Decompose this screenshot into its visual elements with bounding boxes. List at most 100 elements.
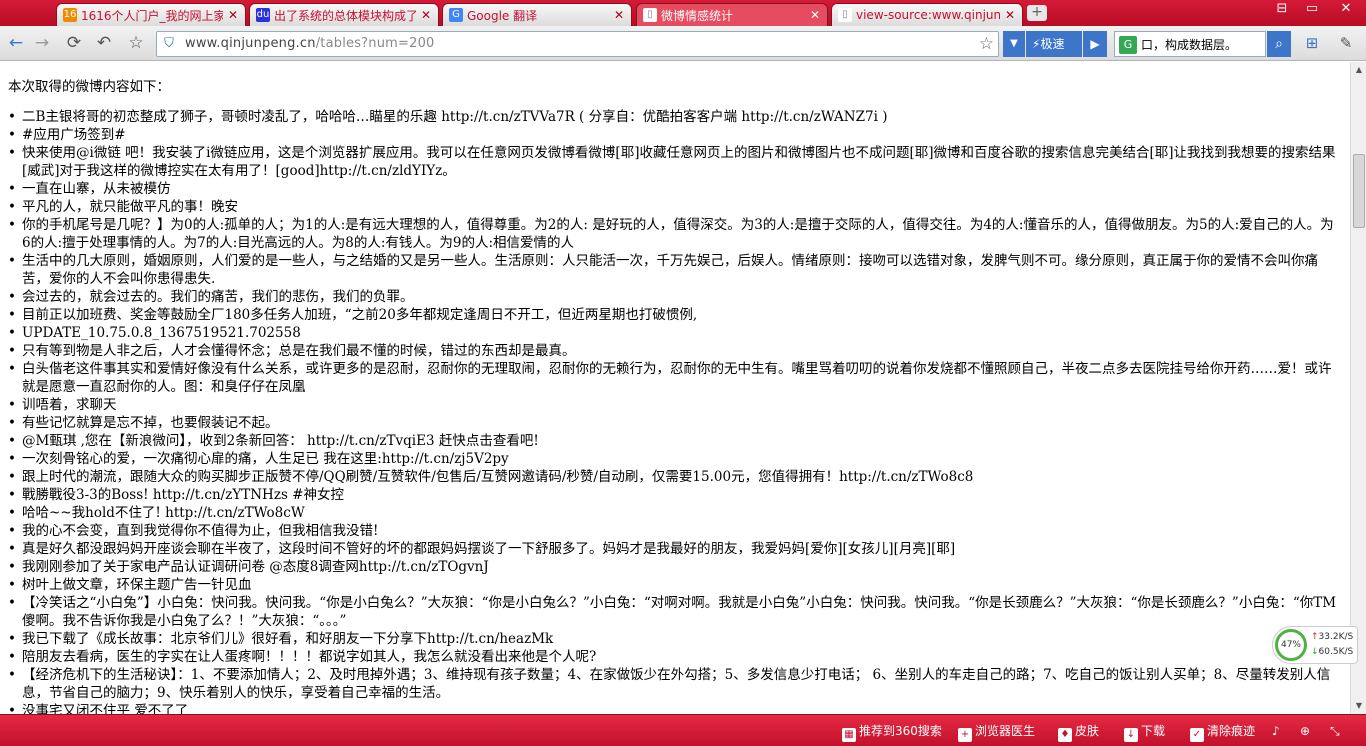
list-item: 只有等到物是人非之后，人才会懂得怀念；总是在我们最不懂的时候，错过的东西却是最真… — [8, 342, 1342, 360]
download-speed: ↓60.5K/S — [1311, 647, 1353, 657]
tab-1616[interactable]: 16 1616个人门户_我的网上家 ✕ — [56, 3, 246, 26]
list-item: UPDATE_10.75.0.8_1367519521.702558 — [8, 324, 1342, 342]
tab-title: 微博情感统计 — [661, 8, 734, 23]
page-intro: 本次取得的微博内容如下： — [8, 79, 170, 95]
list-item: 你的手机尾号是几呢？】为0的人:孤单的人；为1的人:是有远大理想的人，值得尊重。… — [8, 216, 1342, 252]
list-item: 有些记忆就算是忘不掉，也要假装记不起。 — [8, 414, 1342, 432]
download-icon: ↓ — [1124, 728, 1138, 742]
favorite-star-icon[interactable]: ☆ — [979, 34, 994, 54]
tab-title: 1616个人门户_我的网上家 — [81, 8, 223, 23]
list-item: 我刚刚参加了关于家电产品认证调研问卷 @态度8调查网http://t.cn/zT… — [8, 558, 1342, 576]
url-path: /tables?num=200 — [315, 36, 435, 51]
download-speed-value: 60.5K/S — [1318, 647, 1354, 657]
list-item: 一次刻骨铭心的爱，一次痛彻心扉的痛，人生足已 我在这里:http://t.cn/… — [8, 450, 1342, 468]
share-icon: ▦ — [842, 728, 856, 742]
clear-icon: ✓ — [1190, 728, 1204, 742]
minimize-icon[interactable]: ⊟ — [1270, 0, 1294, 20]
tab-title: view-source:www.qinjunp — [856, 8, 1000, 22]
weibo-list: 二B主银将哥的初恋整成了狮子，哥顿时凌乱了，哈哈哈…瞄星的乐趣 http://t… — [8, 108, 1342, 714]
status-bar: ▦ 推荐到360搜索 + 浏览器医生 ♦ 皮肤 ↓ 下载 ✓ 清除痕迹 ♪ ⊕ ⤡ — [0, 714, 1366, 746]
search-engine-icon[interactable]: G — [1119, 36, 1137, 54]
address-dropdown-icon[interactable]: ▼ — [1003, 31, 1025, 57]
speed-mode-label: 极速 — [1040, 37, 1065, 51]
scroll-down-icon[interactable]: ▼ — [1351, 698, 1366, 714]
scroll-up-icon[interactable]: ▲ — [1351, 62, 1366, 78]
list-item: 我已下载了《成长故事：北京爷们儿》很好看，和好朋友一下分享下http://t.c… — [8, 630, 1342, 648]
tab-close-icon[interactable]: ✕ — [613, 8, 625, 22]
url-text[interactable]: www.qinjunpeng.cn/tables?num=200 — [185, 36, 435, 51]
zoom-icon[interactable]: ⊕ — [1300, 722, 1310, 740]
list-item: 没事宅又闭不住平 爱不了了 — [8, 702, 1342, 714]
skin-icon: ♦ — [1058, 728, 1072, 742]
skin-button[interactable]: ♦ 皮肤 — [1058, 722, 1100, 742]
list-item: 生活中的几大原则，婚姻原则，人们爱的是一些人，与之结婚的又是另一些人。生活原则：… — [8, 252, 1342, 288]
tab-close-icon[interactable]: ✕ — [809, 8, 821, 22]
list-item: 真是好久都没跟妈妈开座谈会聊在半夜了，这段时间不管好的坏的都跟妈妈摆谈了一下舒服… — [8, 540, 1342, 558]
go-icon[interactable]: ▶ — [1083, 31, 1107, 57]
search-icon[interactable]: ⌕ — [1267, 31, 1291, 57]
list-item: 【经济危机下的生活秘诀】：1、不要添加情人；2、及时甩掉外遇；3、维持现有孩子数… — [8, 666, 1342, 702]
tab-title: 出了系统的总体模块构成了 — [274, 8, 416, 23]
doctor-icon: + — [958, 728, 972, 742]
list-item: 跟上时代的潮流，跟随大众的购买脚步正版赞不停/QQ刷赞/互赞软件/包售后/互赞网… — [8, 468, 1342, 486]
bookmark-star-icon[interactable]: ☆ — [124, 32, 148, 54]
tab-close-icon[interactable]: ✕ — [1004, 8, 1016, 22]
forward-icon[interactable]: → — [30, 32, 54, 54]
scroll-thumb[interactable] — [1353, 154, 1365, 228]
back-icon[interactable]: ← — [4, 32, 28, 54]
page-favicon-icon: ▯ — [643, 8, 657, 22]
clear-traces-label: 清除痕迹 — [1207, 724, 1256, 738]
download-button[interactable]: ↓ 下载 — [1124, 722, 1165, 742]
upload-arrow-icon: ↑ — [1311, 632, 1319, 642]
list-item: #应用广场签到# — [8, 126, 1342, 144]
toolbar: ← → ⟳ ↶ ☆ ⛉ www.qinjunpeng.cn/tables?num… — [0, 26, 1366, 61]
list-item: 戰勝戰役3-3的Boss! http://t.cn/zYTNHzs #神女控 — [8, 486, 1342, 504]
list-item: 我的心不会变，直到我觉得你不值得为止，但我相信我没错! — [8, 522, 1342, 540]
list-item: 训唔着，求聊天 — [8, 396, 1342, 414]
reload-icon[interactable]: ⟳ — [62, 32, 86, 54]
tab-google-translate[interactable]: G Google 翻译 ✕ — [442, 3, 632, 26]
tab-close-icon[interactable]: ✕ — [227, 8, 239, 22]
maximize-icon[interactable]: ▭ — [1300, 0, 1324, 20]
volume-icon[interactable]: ♪ — [1272, 722, 1280, 740]
vertical-scrollbar[interactable]: ▲ ▼ — [1350, 62, 1366, 714]
network-monitor[interactable]: 47% ↑33.2K/S ↓60.5K/S — [1272, 626, 1358, 664]
tab-baidu[interactable]: du 出了系统的总体模块构成了 ✕ — [249, 3, 439, 26]
speed-mode-button[interactable]: ⚡极速 — [1026, 31, 1082, 57]
list-item: 目前正以加班费、奖金等鼓励全厂180多任务人加班，“之前20多年都规定逢周日不开… — [8, 306, 1342, 324]
tab-close-icon[interactable]: ✕ — [420, 8, 432, 22]
url-domain: www.qinjunpeng.cn — [185, 36, 316, 51]
shield-icon: ⛉ — [164, 36, 174, 51]
list-item: 一直在山寨，从未被模仿 — [8, 180, 1342, 198]
tab-view-source[interactable]: ▯ view-source:www.qinjunp ✕ — [831, 3, 1023, 26]
page-favicon-icon: ▯ — [838, 8, 852, 22]
list-item: 哈哈~~我hold不住了! http://t.cn/zTWo8cW — [8, 504, 1342, 522]
tab-favicon-icon: du — [256, 8, 270, 22]
list-item: 树叶上做文章，环保主题广告一针见血 — [8, 576, 1342, 594]
tab-strip: 16 1616个人门户_我的网上家 ✕ du 出了系统的总体模块构成了 ✕ G … — [0, 0, 1366, 26]
tab-favicon-icon: G — [449, 8, 463, 22]
tab-favicon-icon: 16 — [63, 8, 77, 22]
list-item: 陪朋友去看病，医生的字实在让人蛋疼啊！！！！都说字如其人，我怎么就没看出来他是个… — [8, 648, 1342, 666]
browser-doctor-button[interactable]: + 浏览器医生 — [958, 722, 1036, 742]
search-input[interactable] — [1141, 35, 1261, 53]
skin-label: 皮肤 — [1075, 724, 1100, 738]
network-usage-gauge: 47% — [1275, 629, 1307, 661]
search-box[interactable]: G — [1114, 31, 1266, 57]
tools-wrench-icon[interactable]: ✎ — [1334, 34, 1358, 56]
address-bar[interactable]: ⛉ www.qinjunpeng.cn/tables?num=200 ☆ — [156, 31, 999, 57]
page-content: 本次取得的微博内容如下： 二B主银将哥的初恋整成了狮子，哥顿时凌乱了，哈哈哈…瞄… — [0, 62, 1350, 714]
close-window-icon[interactable]: ✕ — [1334, 0, 1358, 20]
new-tab-button[interactable]: + — [1027, 5, 1047, 21]
list-item: 二B主银将哥的初恋整成了狮子，哥顿时凌乱了，哈哈哈…瞄星的乐趣 http://t… — [8, 108, 1342, 126]
undo-close-icon[interactable]: ↶ — [92, 32, 116, 54]
list-item: @M甄琪 ,您在【新浪微问】，收到2条新回答： http://t.cn/zTvq… — [8, 432, 1342, 450]
list-item: 【冷笑话之“小白兔”】小白兔：快问我。快问我。“你是小白兔么？”大灰狼：“你是小… — [8, 594, 1342, 630]
tab-weibo-stats[interactable]: ▯ 微博情感统计 ✕ — [636, 3, 828, 26]
extensions-icon[interactable]: ⊞ — [1300, 34, 1324, 56]
tab-title: Google 翻译 — [467, 8, 538, 23]
share-to-360-button[interactable]: ▦ 推荐到360搜索 — [842, 722, 942, 742]
clear-traces-button[interactable]: ✓ 清除痕迹 — [1190, 722, 1256, 742]
resize-icon[interactable]: ⤡ — [1330, 722, 1340, 740]
browser-doctor-label: 浏览器医生 — [975, 724, 1036, 738]
